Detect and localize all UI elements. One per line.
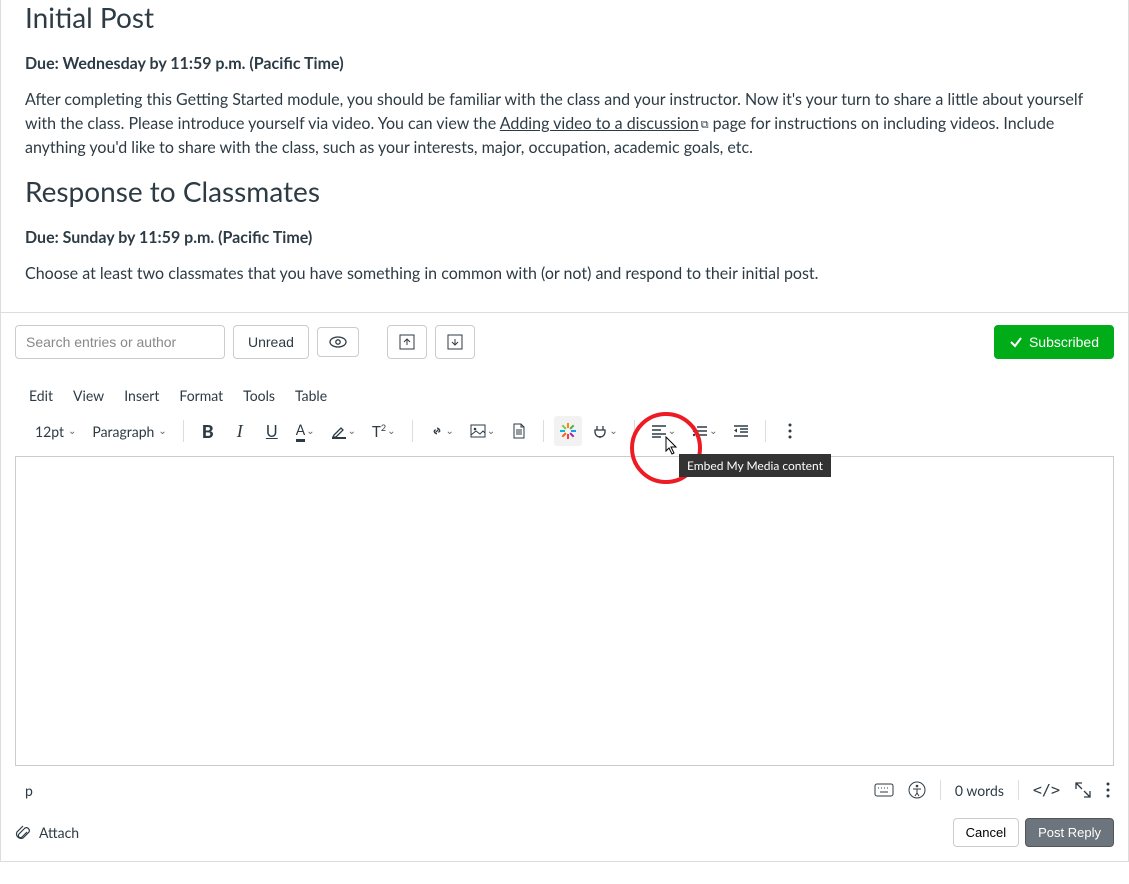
document-button[interactable] xyxy=(505,416,533,446)
link-adding-video[interactable]: Adding video to a discussion xyxy=(500,114,699,133)
link-icon xyxy=(429,423,445,439)
text-color-icon: A xyxy=(296,421,305,442)
menu-edit[interactable]: Edit xyxy=(29,387,53,404)
editor-menubar: Edit View Insert Format Tools Table xyxy=(15,387,1114,416)
heading-response: Response to Classmates xyxy=(25,174,1104,208)
chevron-down-icon: ⌄ xyxy=(609,425,617,437)
outdent-button[interactable] xyxy=(727,416,755,446)
word-count[interactable]: 0 words xyxy=(955,782,1004,799)
chevron-down-icon: ⌄ xyxy=(709,425,717,437)
reply-footer: Attach Cancel Post Reply xyxy=(1,812,1128,861)
divider xyxy=(412,420,413,442)
chevron-down-icon: ⌄ xyxy=(348,425,356,437)
collapse-icon xyxy=(399,334,415,350)
divider xyxy=(543,420,544,442)
chevron-down-icon: ⌄ xyxy=(446,425,454,437)
html-view-button[interactable]: </> xyxy=(1033,781,1060,799)
more-button[interactable] xyxy=(776,416,804,446)
menu-format[interactable]: Format xyxy=(179,387,223,404)
image-button[interactable]: ⌄ xyxy=(464,416,501,446)
divider xyxy=(1018,780,1019,800)
list-button[interactable]: ⌄ xyxy=(686,416,723,446)
fullscreen-icon[interactable] xyxy=(1074,781,1092,799)
chevron-down-icon: ⌄ xyxy=(306,425,314,437)
eye-icon xyxy=(329,336,347,348)
bold-button[interactable]: B xyxy=(194,416,222,446)
keyboard-icon[interactable] xyxy=(874,783,894,797)
accessibility-icon[interactable] xyxy=(908,781,926,799)
collapse-button[interactable] xyxy=(387,325,427,359)
chevron-down-icon: ⌄ xyxy=(158,425,166,437)
superscript-icon: T2 xyxy=(372,422,386,441)
post-reply-button[interactable]: Post Reply xyxy=(1025,818,1114,847)
italic-icon: I xyxy=(237,421,243,442)
search-input[interactable] xyxy=(15,325,225,359)
list-icon xyxy=(692,424,708,438)
divider xyxy=(634,420,635,442)
editor-toolbar: 12pt⌄ Paragraph⌄ B I U A⌄ ⌄ T2⌄ ⌄ ⌄ xyxy=(15,416,1114,456)
image-icon xyxy=(470,424,486,438)
menu-view[interactable]: View xyxy=(73,387,104,404)
chevron-down-icon: ⌄ xyxy=(387,425,395,437)
divider xyxy=(183,420,184,442)
discussion-toolbar: Unread Subscribed xyxy=(1,312,1128,371)
link-button[interactable]: ⌄ xyxy=(423,416,460,446)
rich-text-editor: Edit View Insert Format Tools Table 12pt… xyxy=(1,371,1128,812)
indent-icon xyxy=(733,424,749,438)
check-icon xyxy=(1009,335,1023,349)
attach-link[interactable]: Attach xyxy=(39,824,79,841)
bold-icon: B xyxy=(202,420,214,442)
align-button[interactable]: ⌄ xyxy=(645,416,682,446)
subscribed-button[interactable]: Subscribed xyxy=(994,325,1114,359)
expand-icon xyxy=(447,334,463,350)
chevron-down-icon: ⌄ xyxy=(668,425,676,437)
heading-initial-post: Initial Post xyxy=(25,0,1104,34)
document-icon xyxy=(512,423,526,439)
tooltip: Embed My Media content xyxy=(679,454,831,477)
intro-paragraph: After completing this Getting Started mo… xyxy=(25,88,1104,160)
align-icon xyxy=(651,424,667,438)
apps-button[interactable]: ⌄ xyxy=(586,416,623,446)
highlight-button[interactable]: ⌄ xyxy=(325,416,362,446)
chevron-down-icon: ⌄ xyxy=(487,425,495,437)
menu-table[interactable]: Table xyxy=(295,387,327,404)
external-link-icon: ⧉ xyxy=(701,118,709,131)
superscript-button[interactable]: T2⌄ xyxy=(366,416,401,446)
element-path[interactable]: p xyxy=(25,782,33,799)
divider xyxy=(765,420,766,442)
attach-icon xyxy=(15,825,31,841)
editor-content-area[interactable] xyxy=(15,456,1114,766)
underline-icon: U xyxy=(266,422,278,441)
text-color-button[interactable]: A⌄ xyxy=(290,416,321,446)
view-button[interactable] xyxy=(317,327,359,357)
chevron-down-icon: ⌄ xyxy=(68,425,76,437)
plug-icon xyxy=(592,423,608,439)
paragraph-select[interactable]: Paragraph⌄ xyxy=(86,416,172,446)
embed-media-button[interactable] xyxy=(554,416,582,446)
response-paragraph: Choose at least two classmates that you … xyxy=(25,262,1104,286)
highlight-icon xyxy=(331,423,347,439)
more-icon[interactable] xyxy=(1106,782,1110,798)
due-response: Due: Sunday by 11:59 p.m. (Pacific Time) xyxy=(25,226,1104,250)
underline-button[interactable]: U xyxy=(258,416,286,446)
font-size-select[interactable]: 12pt⌄ xyxy=(29,416,82,446)
unread-button[interactable]: Unread xyxy=(233,325,309,359)
due-initial: Due: Wednesday by 11:59 p.m. (Pacific Ti… xyxy=(25,52,1104,76)
italic-button[interactable]: I xyxy=(226,416,254,446)
expand-button[interactable] xyxy=(435,325,475,359)
menu-tools[interactable]: Tools xyxy=(243,387,275,404)
kaltura-icon xyxy=(560,423,576,439)
editor-statusbar: p 0 words </> xyxy=(15,774,1114,804)
more-icon xyxy=(788,423,792,439)
cancel-button[interactable]: Cancel xyxy=(953,818,1019,847)
divider xyxy=(940,780,941,800)
menu-insert[interactable]: Insert xyxy=(124,387,159,404)
